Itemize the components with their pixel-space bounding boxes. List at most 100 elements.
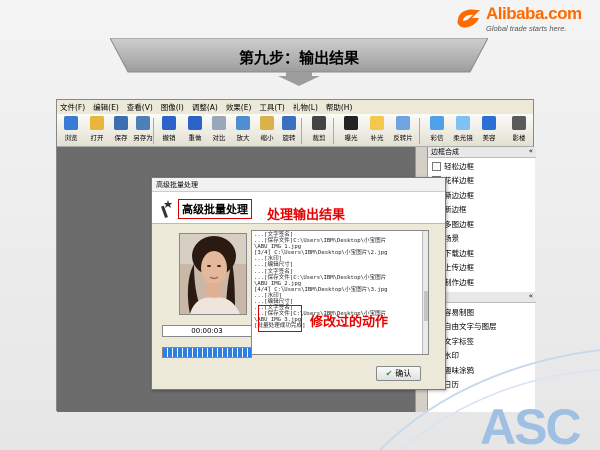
redo-icon [188, 116, 202, 130]
toolbar-button-16[interactable]: 柔光镜 [451, 116, 475, 146]
toolbar-separator [301, 118, 302, 144]
toolbar-button-5[interactable]: 撤销 [157, 116, 181, 146]
side-panel-item-label: 场景 [444, 234, 459, 243]
toolbar-button-13[interactable]: 补光 [365, 116, 389, 146]
toolbar-button-label: 补光 [370, 134, 384, 142]
menu-view[interactable]: 查看(V) [127, 102, 153, 113]
annotation-output-result: 处理输出结果 [267, 208, 346, 223]
toolbar-button-label: 另存为 [133, 134, 153, 142]
toolbar-separator [333, 118, 334, 144]
toolbar-button-label: 撤销 [162, 134, 176, 142]
toolbar-button-label: 反转片 [393, 134, 413, 142]
progress-bar [162, 347, 252, 358]
toolbar-button-8[interactable]: 放大 [231, 116, 255, 146]
side-panel-item-label: 下载边框 [444, 248, 474, 258]
menu-gifts[interactable]: 礼物(L) [293, 102, 318, 113]
save-icon [114, 116, 128, 130]
collapse-icon[interactable]: « [529, 147, 533, 155]
toolbar-button-1[interactable]: 浏览 [59, 116, 83, 146]
toolbar-button-2[interactable]: 打开 [85, 116, 109, 146]
frames-section-header[interactable]: 边框合成 « [428, 147, 536, 158]
reversal-film-icon [396, 116, 410, 130]
toolbar-button-9[interactable]: 缩小 [255, 116, 279, 146]
menu-effects[interactable]: 效果(E) [226, 102, 252, 113]
menu-adjust[interactable]: 调整(A) [192, 102, 218, 113]
toolbar-button-label: 裁剪 [312, 134, 326, 142]
toolbar-button-18[interactable]: 影楼 [507, 116, 531, 146]
zoom-in-icon [236, 116, 250, 130]
side-panel-item-label: 容易制图 [444, 307, 474, 317]
open-folder-icon [90, 116, 104, 130]
side-panel-item[interactable]: 轻松边框 [432, 159, 474, 173]
modified-actions-highlight [258, 305, 302, 332]
toolbar-separator [419, 118, 420, 144]
zoom-out-icon [260, 116, 274, 130]
crop-icon [312, 116, 326, 130]
toolbar-button-label: 缩小 [260, 134, 274, 142]
exposure-icon [344, 116, 358, 130]
toolbar-button-label: 影楼 [512, 134, 526, 142]
toolbar-button-label: 彩信 [430, 134, 444, 142]
toolbar-button-6[interactable]: 重做 [183, 116, 207, 146]
alibaba-logo-icon [457, 9, 480, 28]
toolbar-button-label: 对比 [212, 134, 226, 142]
photo-preview [179, 233, 247, 315]
toolbar-button-4[interactable]: 另存为 [131, 116, 155, 146]
menu-image[interactable]: 图像(I) [161, 102, 184, 113]
toolbar-button-10[interactable]: 旋转 [277, 116, 301, 146]
mms-icon [430, 116, 444, 130]
menu-file[interactable]: 文件(F) [60, 102, 85, 113]
compare-icon [212, 116, 226, 130]
portrait-thumbnail [180, 234, 246, 314]
collapse-icon[interactable]: « [529, 292, 533, 300]
toolbar-button-label: 放大 [236, 134, 250, 142]
toolbar-button-17[interactable]: 美容 [477, 116, 501, 146]
rotate-icon [282, 116, 296, 130]
toolbar-button-12[interactable]: 曝光 [339, 116, 363, 146]
frames-section-title: 边框合成 [431, 148, 459, 156]
toolbar-separator [153, 118, 154, 144]
toolbar-button-7[interactable]: 对比 [207, 116, 231, 146]
alibaba-tagline: Global trade starts here. [486, 24, 567, 33]
menu-edit[interactable]: 编辑(E) [93, 102, 119, 113]
toolbar-button-label: 曝光 [344, 134, 358, 142]
log-scroll-thumb[interactable] [424, 291, 428, 321]
magic-wand-icon [161, 200, 172, 218]
alibaba-logo-text: Alibaba.com [486, 4, 582, 23]
menu-bar: 文件(F) 编辑(E) 查看(V) 图像(I) 调整(A) 效果(E) 工具(T… [57, 100, 533, 114]
toolbar-button-3[interactable]: 保存 [109, 116, 133, 146]
alibaba-logo: Alibaba.com Global trade starts here. [454, 4, 594, 38]
studio-icon [512, 116, 526, 130]
side-panel-item-label: 撕边边框 [444, 190, 474, 200]
side-panel-item-label: 多图边框 [444, 219, 474, 229]
side-panel-item-label: 轻松边框 [444, 161, 474, 171]
undo-icon [162, 116, 176, 130]
toolbar-button-label: 美容 [482, 134, 496, 142]
side-panel-item-label: 花样边框 [444, 176, 474, 185]
toolbar-button-label: 保存 [114, 134, 128, 142]
menu-tools[interactable]: 工具(T) [259, 102, 284, 113]
toolbar-button-label: 重做 [188, 134, 202, 142]
step-banner: 第九步：输出结果 [110, 38, 488, 86]
toolbar-button-15[interactable]: 彩信 [425, 116, 449, 146]
toolbar: 浏览 打开 保存 另存为 撤销 重做 对比 放大 缩小 旋转 裁剪 曝光 补光 反转片 彩信 柔光镜 美容 影楼 [57, 114, 533, 147]
elapsed-time: 00:00:03 [162, 325, 252, 337]
dialog-title: 高级批量处理 [152, 178, 445, 192]
fill-light-icon [370, 116, 384, 130]
step-title: 第九步：输出结果 [238, 49, 359, 67]
soft-light-icon [456, 116, 470, 130]
side-panel-item-label: 制作边框 [444, 277, 474, 287]
beauty-icon [482, 116, 496, 130]
toolbar-button-14[interactable]: 反转片 [391, 116, 415, 146]
footer-logo-text: ASC [480, 399, 582, 450]
browse-icon [64, 116, 78, 130]
dialog-header-title: 高级批量处理 [178, 199, 252, 219]
progress-fill [163, 348, 251, 357]
frame-thumbnail-icon [432, 161, 441, 171]
menu-help[interactable]: 帮助(H) [326, 102, 353, 113]
side-panel-item-label: 上传边框 [444, 263, 474, 272]
toolbar-button-11[interactable]: 裁剪 [307, 116, 331, 146]
toolbar-button-label: 柔光镜 [453, 134, 473, 142]
toolbar-button-label: 打开 [90, 134, 104, 142]
annotation-modified-actions: 修改过的动作 [310, 315, 389, 330]
